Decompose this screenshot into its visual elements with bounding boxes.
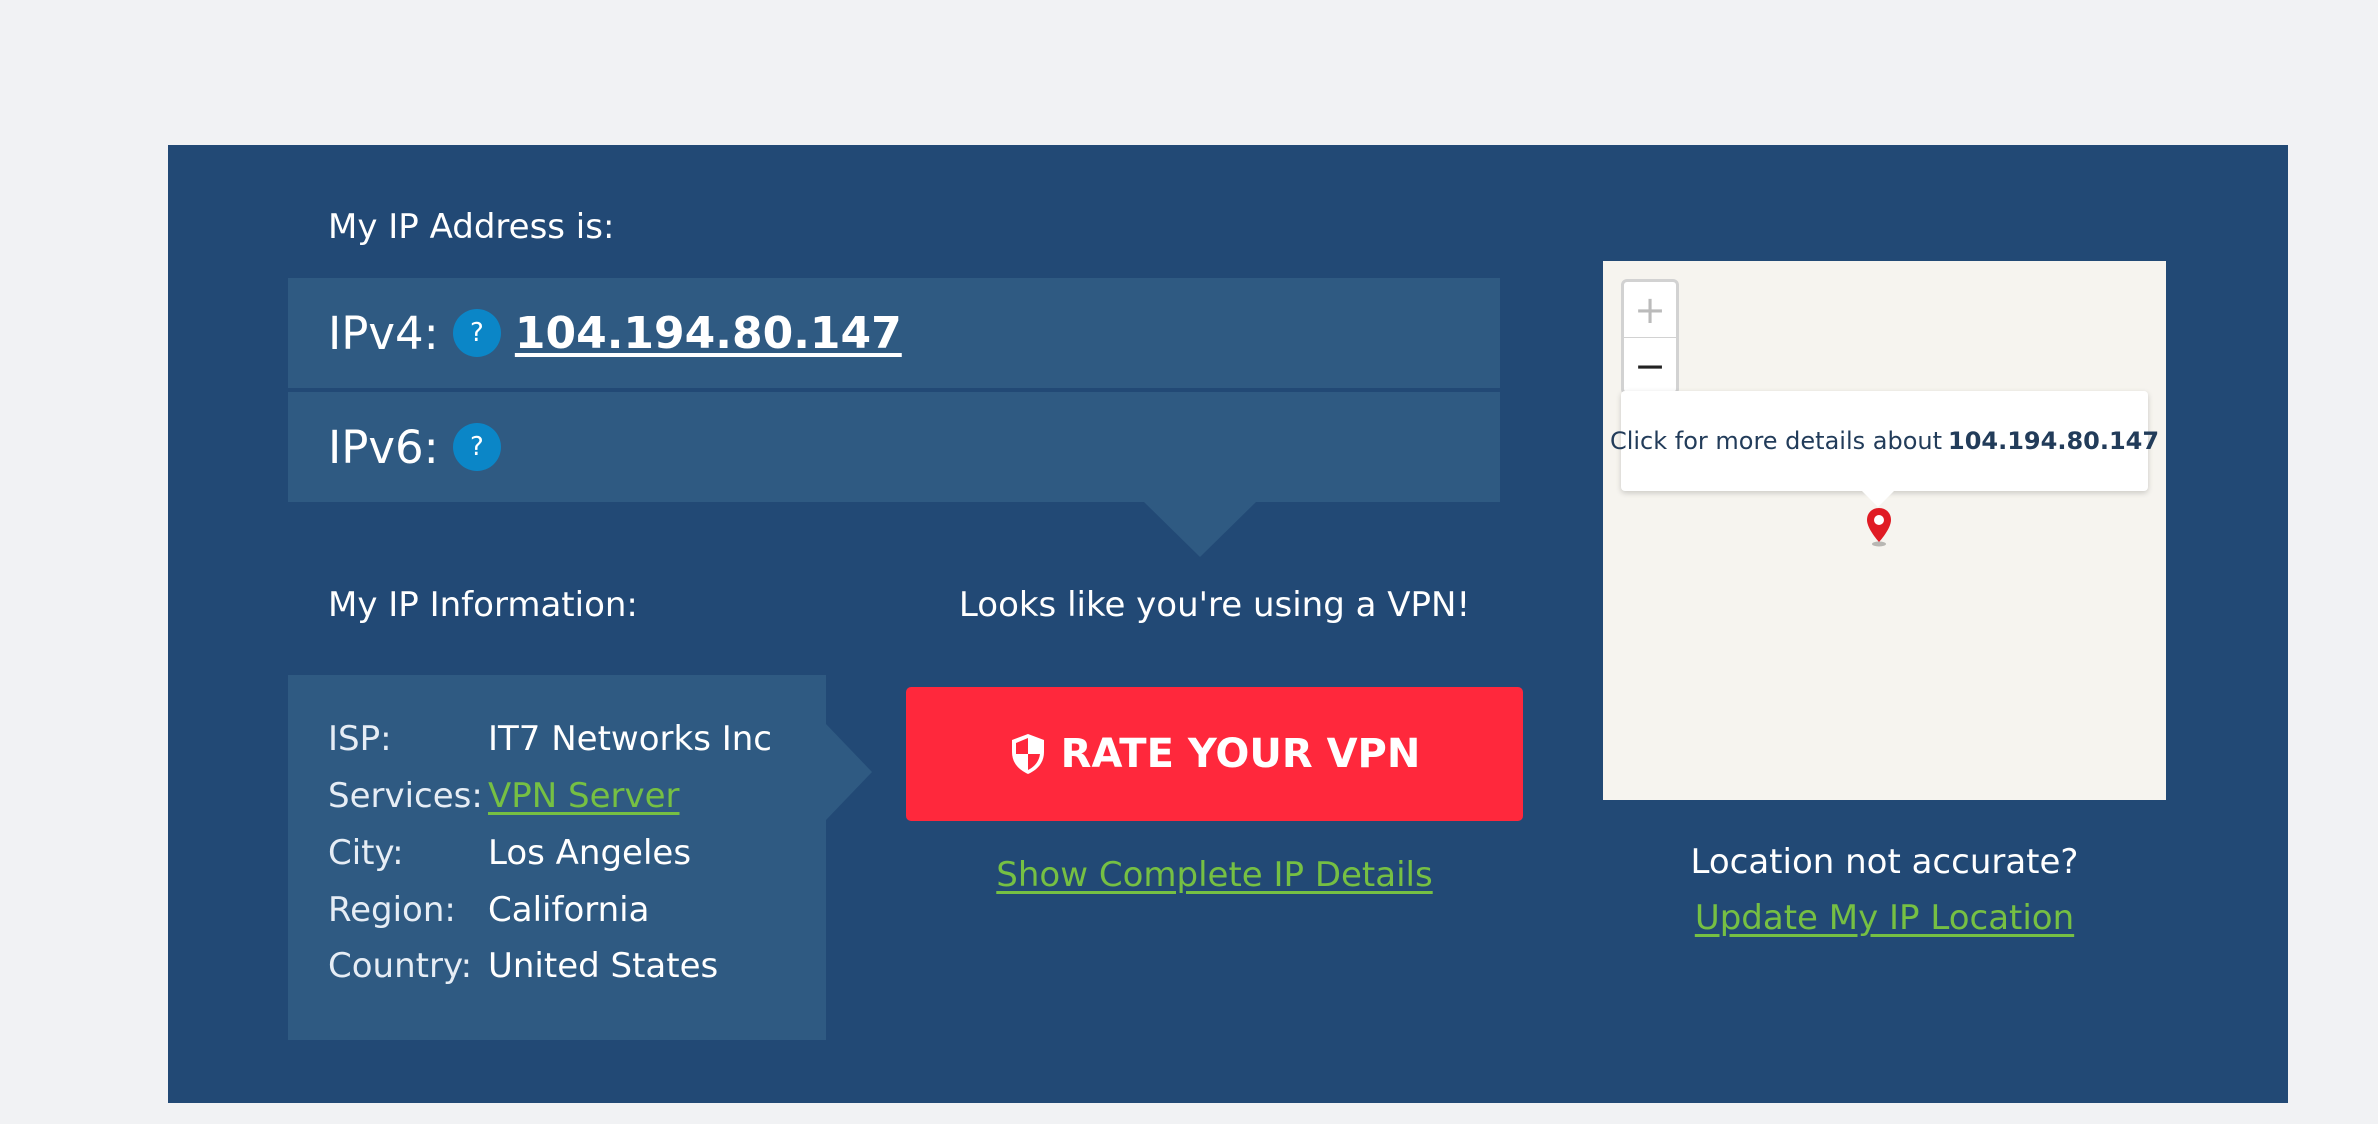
info-key: Country:	[328, 946, 473, 986]
vpn-server-link[interactable]: VPN Server	[488, 776, 680, 816]
ipv4-label: IPv4:	[328, 306, 439, 360]
ipv6-help-icon[interactable]: ?	[452, 423, 501, 471]
zoom-in-button[interactable]: +	[1624, 282, 1676, 337]
ipv4-value[interactable]: 104.194.80.147	[515, 308, 902, 359]
ip-location-map[interactable]: + − Click for more details about 104.194…	[1603, 261, 2166, 800]
info-row-city: City: Los Angeles	[328, 825, 691, 881]
info-value: United States	[488, 946, 719, 986]
info-row-country: Country: United States	[328, 938, 718, 994]
vpn-detected-message: Looks like you're using a VPN!	[958, 585, 1471, 625]
info-key: City:	[328, 833, 404, 873]
rate-your-vpn-label: RATE YOUR VPN	[1060, 731, 1421, 777]
map-popup[interactable]: Click for more details about 104.194.80.…	[1610, 391, 2159, 491]
ip-panel: My IP Address is: IPv4: ? 104.194.80.147…	[168, 145, 2288, 1103]
shield-icon	[1011, 734, 1044, 774]
map-pin-icon[interactable]	[1865, 506, 1893, 548]
show-ip-details-link[interactable]: Show Complete IP Details	[996, 855, 1432, 895]
info-row-region: Region: California	[328, 882, 649, 938]
ipv6-label: IPv6:	[328, 420, 439, 474]
info-value: Los Angeles	[488, 833, 692, 873]
ipv4-row: IPv4: ? 104.194.80.147	[288, 278, 1500, 388]
map-popup-text: Click for more details about	[1609, 427, 1943, 455]
ip-row-pointer	[1144, 502, 1256, 557]
info-key: Region:	[328, 890, 456, 930]
map-zoom-control: + −	[1621, 279, 1679, 395]
info-box-pointer	[826, 724, 872, 820]
info-row-isp: ISP: IT7 Networks Inc	[328, 711, 772, 767]
map-popup-tip	[1862, 491, 1894, 507]
update-ip-location-link[interactable]: Update My IP Location	[1695, 898, 2074, 938]
info-key: ISP:	[328, 719, 392, 759]
rate-your-vpn-button[interactable]: RATE YOUR VPN	[906, 687, 1523, 821]
ipv6-row: IPv6: ?	[288, 392, 1500, 502]
info-value: IT7 Networks Inc	[488, 719, 772, 759]
info-key: Services:	[328, 776, 483, 816]
ip-information-heading: My IP Information:	[328, 585, 638, 625]
ipv4-help-icon[interactable]: ?	[452, 309, 501, 357]
zoom-out-button[interactable]: −	[1624, 337, 1676, 393]
ip-address-heading: My IP Address is:	[328, 207, 615, 247]
info-row-services: Services: VPN Server	[328, 768, 680, 824]
location-question: Location not accurate?	[1690, 842, 2079, 882]
info-value: California	[488, 890, 650, 930]
ip-information-box: ISP: IT7 Networks Inc Services: VPN Serv…	[288, 675, 826, 1040]
map-popup-ip: 104.194.80.147	[1948, 427, 2160, 455]
